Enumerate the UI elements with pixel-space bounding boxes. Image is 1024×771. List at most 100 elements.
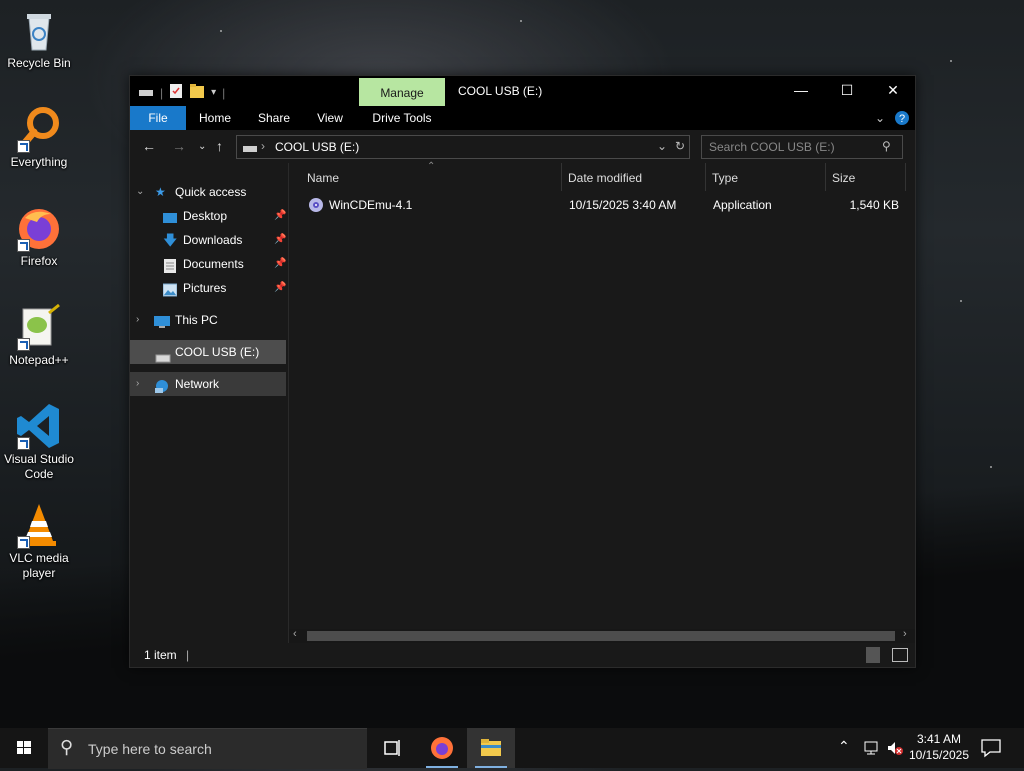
nav-item-pictures[interactable]: Pictures 📌 [130, 276, 286, 300]
column-separator[interactable] [825, 163, 826, 191]
column-header-size[interactable]: Size [832, 163, 902, 191]
title-bar[interactable]: | ▾ | Manage COOL USB (E:) — ☐ ✕ [130, 76, 915, 106]
search-icon: ⚲ [882, 139, 891, 153]
search-box[interactable]: Search COOL USB (E:) ⚲ [701, 135, 903, 159]
taskbar-firefox[interactable] [418, 728, 466, 768]
notepad-plus-plus-icon [15, 303, 63, 351]
large-icons-view-icon[interactable] [892, 648, 908, 662]
scroll-right-icon[interactable]: › [903, 628, 907, 640]
clock-time: 3:41 AM [916, 732, 962, 746]
desktop-icon-label: Visual Studio Code [4, 452, 74, 481]
address-bar-row: ← → ⌄ ↑ › COOL USB (E:) ⌄ ↻ Search COOL … [130, 130, 915, 163]
collapsed-chevron-icon[interactable]: › [136, 308, 139, 332]
refresh-icon[interactable]: ↻ [675, 139, 685, 153]
taskbar-file-explorer[interactable] [467, 728, 515, 768]
file-type: Application [713, 198, 772, 212]
scrollbar-thumb[interactable] [307, 631, 895, 641]
expanded-chevron-icon[interactable]: ⌄ [136, 180, 144, 204]
shortcut-arrow-icon [17, 338, 30, 351]
address-path: COOL USB (E:) [275, 140, 360, 154]
pin-icon: 📌 [274, 282, 287, 293]
tab-file[interactable]: File [130, 106, 186, 130]
desktop-icon-recycle-bin[interactable]: Recycle Bin [2, 6, 76, 71]
desktop-folder-icon [163, 209, 177, 223]
recycle-bin-icon [15, 6, 63, 54]
close-button[interactable]: ✕ [870, 76, 916, 106]
start-button[interactable] [0, 728, 48, 768]
firefox-icon [15, 204, 63, 252]
nav-item-quick-access[interactable]: ⌄ ★ Quick access [130, 180, 286, 204]
shortcut-arrow-icon [17, 239, 30, 252]
application-disc-icon [308, 197, 324, 221]
nav-item-network[interactable]: › Network [130, 372, 286, 396]
forward-button[interactable]: → [172, 138, 186, 154]
new-folder-icon[interactable] [189, 83, 205, 102]
column-header-date-modified[interactable]: Date modified [568, 163, 698, 191]
desktop-icon-firefox[interactable]: Firefox [2, 204, 76, 269]
nav-item-documents[interactable]: Documents 📌 [130, 252, 286, 276]
search-input[interactable]: Search COOL USB (E:) [709, 140, 835, 154]
nav-item-this-pc[interactable]: › This PC [130, 308, 286, 332]
tab-view[interactable]: View [306, 106, 354, 130]
up-button[interactable]: ↑ [216, 138, 223, 154]
horizontal-scrollbar[interactable]: ‹ › [289, 628, 915, 643]
maximize-button[interactable]: ☐ [824, 76, 870, 106]
desktop-icon-label: Recycle Bin [7, 56, 71, 70]
file-list: ⌃ Name Date modified Type Size WinCDEmu-… [289, 161, 915, 643]
volume-muted-icon[interactable] [886, 740, 904, 759]
task-view-button[interactable] [368, 728, 416, 768]
windows-logo-icon [17, 741, 31, 754]
column-header-name[interactable]: Name [307, 163, 557, 191]
tab-home[interactable]: Home [190, 106, 240, 130]
help-icon[interactable]: ? [894, 106, 910, 130]
address-bar[interactable]: › COOL USB (E:) ⌄ ↻ [236, 135, 690, 159]
desktop-icon-everything[interactable]: Everything [2, 105, 76, 170]
back-button[interactable]: ← [142, 138, 156, 154]
navigation-pane: ⌄ ★ Quick access Desktop 📌 🡇 Downloads 📌… [130, 163, 288, 643]
column-separator[interactable] [561, 163, 562, 191]
vscode-icon [15, 402, 63, 450]
file-date: 10/15/2025 3:40 AM [569, 198, 677, 212]
nav-item-desktop[interactable]: Desktop 📌 [130, 204, 286, 228]
network-status-icon[interactable] [862, 740, 880, 759]
address-dropdown-icon[interactable]: ⌄ [657, 139, 667, 153]
taskbar-search-box[interactable]: ⚲ Type here to search [48, 728, 367, 769]
ribbon-tabs: File Home Share View Drive Tools ⌄ ? [130, 106, 915, 130]
expand-ribbon-icon[interactable]: ⌄ [872, 106, 888, 130]
nav-item-cool-usb[interactable]: COOL USB (E:) [130, 340, 286, 364]
tab-share[interactable]: Share [248, 106, 300, 130]
manage-context-tab[interactable]: Manage [359, 78, 445, 106]
desktop-icon-vscode[interactable]: Visual Studio Code [2, 402, 76, 482]
column-header-type[interactable]: Type [712, 163, 822, 191]
column-separator[interactable] [705, 163, 706, 191]
desktop-icon-vlc[interactable]: VLC media player [2, 501, 76, 581]
system-clock[interactable]: 3:41 AM 10/15/2025 [906, 731, 972, 763]
details-view-icon[interactable] [866, 647, 880, 663]
tab-drive-tools[interactable]: Drive Tools [362, 106, 442, 130]
pin-icon: 📌 [274, 258, 287, 269]
properties-icon[interactable] [169, 83, 183, 102]
file-size: 1,540 KB [849, 198, 899, 212]
show-hidden-icons-chevron-icon[interactable]: ⌃ [838, 738, 850, 755]
file-row[interactable]: WinCDEmu-4.1 10/15/2025 3:40 AM Applicat… [289, 193, 909, 217]
scroll-left-icon[interactable]: ‹ [293, 628, 297, 640]
star [220, 30, 222, 32]
taskbar-search-input[interactable]: Type here to search [88, 741, 212, 757]
minimize-button[interactable]: — [778, 76, 824, 106]
search-icon: ⚲ [60, 737, 74, 757]
separator: | [222, 85, 226, 100]
desktop-icon-notepad-plus-plus[interactable]: Notepad++ [2, 303, 76, 368]
recent-locations-button[interactable]: ⌄ [198, 141, 206, 152]
shortcut-arrow-icon [17, 536, 30, 549]
clock-date: 10/15/2025 [908, 748, 970, 762]
star [960, 300, 962, 302]
svg-text:?: ? [899, 113, 905, 125]
star [950, 60, 952, 62]
collapsed-chevron-icon[interactable]: › [136, 372, 139, 396]
customize-qat-icon[interactable]: ▾ [211, 87, 216, 98]
nav-item-downloads[interactable]: 🡇 Downloads 📌 [130, 228, 286, 252]
column-separator[interactable] [905, 163, 906, 191]
status-bar: 1 item | [130, 643, 915, 667]
network-icon [153, 377, 171, 393]
notifications-button[interactable] [980, 738, 1002, 761]
